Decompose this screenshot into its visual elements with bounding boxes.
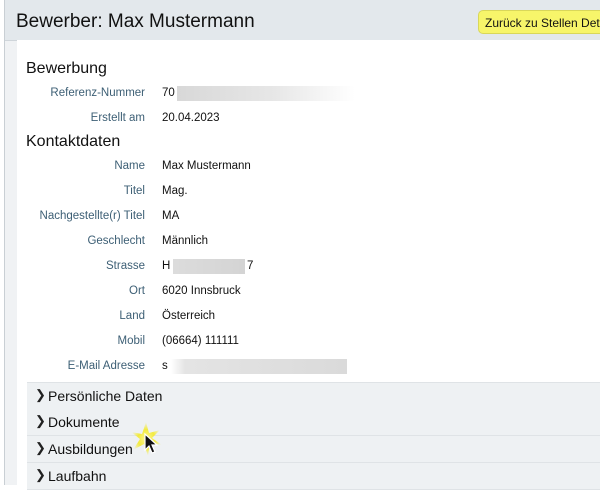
app-frame: Bewerber: Max Mustermann Zurück zu Stell…: [4, 0, 600, 490]
value-titel: Mag.: [162, 185, 188, 197]
page-title: Bewerber: Max Mustermann: [16, 11, 255, 32]
applicant-panel: Bewerbung Referenz-Nummer 70 Erstellt am…: [17, 40, 600, 490]
label-referenz-nummer: Referenz-Nummer: [50, 87, 145, 99]
accordion-label: Laufbahn: [48, 468, 107, 484]
chevron-right-icon: ❯: [35, 387, 46, 402]
chevron-right-icon: ❯: [35, 467, 46, 482]
accordion-label: Ausbildungen: [48, 441, 133, 457]
value-land: Österreich: [162, 310, 216, 322]
section-title-kontaktdaten: Kontaktdaten: [26, 133, 121, 150]
value-strasse-suffix: 7: [247, 260, 254, 272]
label-strasse: Strasse: [106, 260, 145, 272]
label-nachgestellter-titel: Nachgestellte(r) Titel: [39, 210, 145, 222]
accordion-ausbildungen[interactable]: ❯ Ausbildungen: [27, 436, 600, 463]
accordion-dokumente[interactable]: ❯ Dokumente: [27, 409, 600, 436]
label-geschlecht: Geschlecht: [87, 235, 145, 247]
value-strasse: H: [162, 260, 171, 272]
accordion-label: Persönliche Daten: [48, 388, 163, 404]
label-ort: Ort: [129, 285, 145, 297]
label-land: Land: [119, 310, 145, 322]
page-header: Bewerber: Max Mustermann Zurück zu Stell…: [5, 0, 600, 41]
chevron-right-icon: ❯: [35, 413, 46, 428]
value-erstellt-am: 20.04.2023: [162, 112, 220, 124]
value-nachgestellter-titel: MA: [162, 210, 180, 222]
label-mobil: Mobil: [117, 335, 145, 347]
section-title-bewerbung: Bewerbung: [26, 60, 107, 77]
value-name: Max Mustermann: [162, 160, 251, 172]
accordion-label: Dokumente: [48, 414, 120, 430]
value-mobil: (06664) 111111: [162, 335, 239, 347]
redacted-block: [173, 259, 245, 274]
redacted-block: [171, 359, 347, 374]
value-ort: 6020 Innsbruck: [162, 285, 241, 297]
label-email: E-Mail Adresse: [67, 360, 145, 372]
chevron-right-icon: ❯: [35, 440, 46, 455]
label-name: Name: [114, 160, 145, 172]
accordion-persoenliche-daten[interactable]: ❯ Persönliche Daten: [27, 382, 600, 410]
back-to-job-details-button[interactable]: Zurück zu Stellen Details: [478, 10, 600, 34]
value-email: s: [162, 360, 168, 372]
accordion-laufbahn[interactable]: ❯ Laufbahn: [27, 463, 600, 490]
value-geschlecht: Männlich: [162, 235, 209, 247]
label-erstellt-am: Erstellt am: [90, 112, 145, 124]
value-referenz-nummer: 70: [162, 87, 175, 99]
label-titel: Titel: [123, 185, 145, 197]
mouse-pointer-icon: [131, 422, 162, 456]
redacted-block: [177, 86, 355, 101]
